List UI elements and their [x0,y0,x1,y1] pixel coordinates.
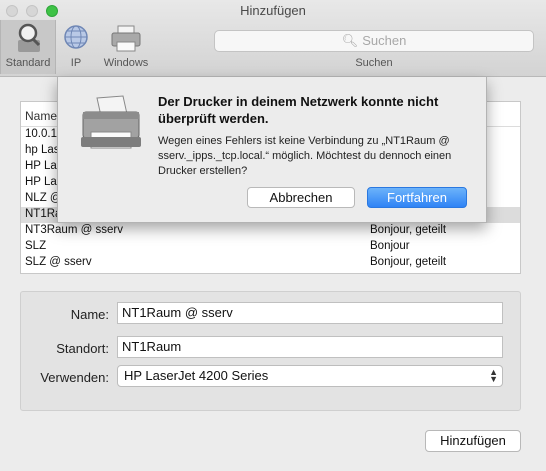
printer-name: hp Las [25,144,60,156]
name-label: Name: [70,307,109,322]
magnifier-icon [8,20,48,56]
location-label: Standort: [56,341,109,356]
printer-name: SLZ @ sserv [25,256,92,268]
alert-title: Der Drucker in deinem Netzwerk konnte ni… [158,94,439,126]
toolbar-windows-button[interactable]: Windows [96,20,156,69]
printer-row[interactable]: SLZ Bonjour [21,239,520,255]
printer-kind: Bonjour [370,240,410,252]
updown-arrows-icon: ▲ ▼ [489,367,498,384]
toolbar-standard-label: Standard [5,57,51,69]
printer-name: HP La [25,176,57,188]
globe-icon [56,20,96,56]
printer-icon [106,20,146,56]
search-icon: 🔍︎ [341,33,359,48]
search-placeholder: Suchen [362,33,407,48]
cancel-button[interactable]: Abbrechen [247,187,355,208]
printer-icon [77,94,147,154]
printer-details-panel: Name: NT1Raum @ sserv Standort: NT1Raum … [20,291,521,411]
column-header-name[interactable]: Name [25,109,57,123]
printer-name: SLZ [25,240,47,252]
window-title: Hinzufügen [240,3,306,18]
search-input[interactable]: 🔍︎ Suchen [214,30,534,52]
printer-name: NT1Ra [25,208,62,220]
alert-message: Wegen eines Fehlers ist keine Verbindung… [158,135,452,177]
driver-select[interactable]: HP LaserJet 4200 Series ▲ ▼ [117,365,503,387]
toolbar-ip-button[interactable]: IP [56,20,96,69]
driver-select-value: HP LaserJet 4200 Series [124,368,269,383]
printer-name: NT3Raum @ sserv [25,224,123,236]
add-button[interactable]: Hinzufügen [425,430,521,452]
toolbar-windows-label: Windows [103,57,149,69]
alert-sheet: Der Drucker in deinem Netzwerk konnte ni… [57,77,487,223]
printer-row[interactable]: SLZ @ sserv Bonjour, geteilt [21,255,520,271]
toolbar-ip-label: IP [70,57,82,69]
search-caption: Suchen [355,57,393,69]
name-field[interactable]: NT1Raum @ sserv [117,302,503,324]
location-field[interactable]: NT1Raum [117,336,503,358]
toolbar-standard-button[interactable]: Standard [0,20,56,74]
printer-kind: Bonjour, geteilt [370,256,447,268]
toolbar: Hinzufügen Standard IP Windows 🔍︎ Suchen… [0,0,546,77]
printer-row[interactable]: NT3Raum @ sserv Bonjour, geteilt [21,223,520,239]
add-printer-window: Hinzufügen Standard IP Windows 🔍︎ Suchen… [0,0,546,471]
printer-kind: Bonjour, geteilt [370,224,447,236]
use-label: Verwenden: [40,370,109,385]
continue-button[interactable]: Fortfahren [367,187,467,208]
printer-name: HP La [25,160,57,172]
